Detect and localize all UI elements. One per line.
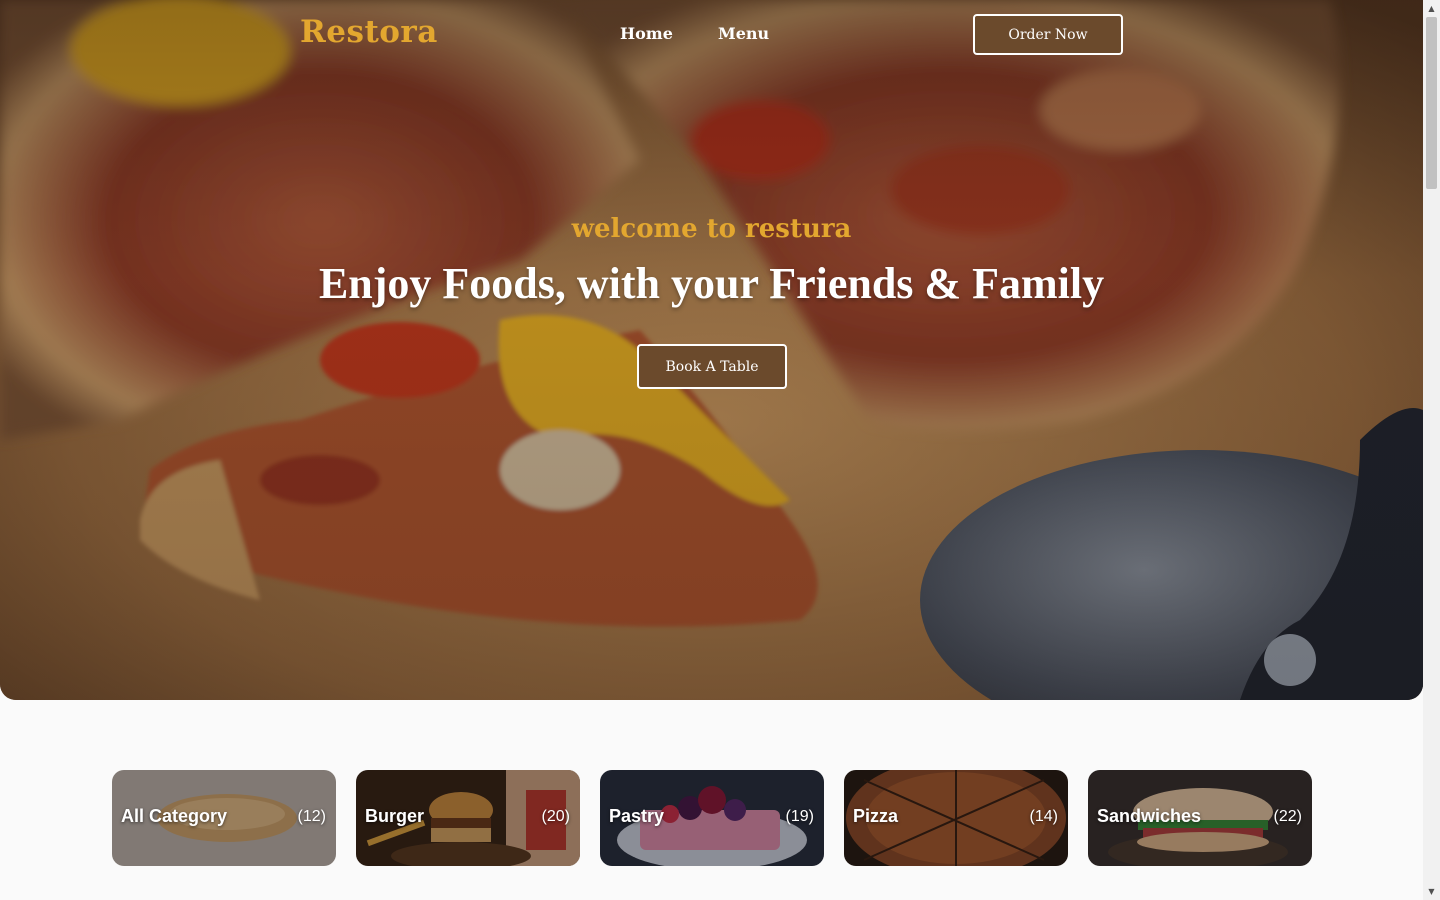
- category-list: All Category (12) Burger (20) Pastry (19…: [112, 770, 1312, 866]
- category-name: Burger: [365, 806, 425, 826]
- category-name: Pizza: [853, 806, 899, 826]
- order-now-button[interactable]: Order Now: [973, 14, 1123, 55]
- page-scrollbar[interactable]: ▲ ▼: [1423, 0, 1440, 900]
- category-card-burger[interactable]: Burger (20): [356, 770, 580, 866]
- category-name: Sandwiches: [1097, 806, 1202, 826]
- hero-title: Enjoy Foods, with your Friends & Family: [318, 259, 1105, 308]
- category-count: (19): [785, 808, 814, 825]
- hero-section: Restora Home Menu Order Now welcome to r…: [0, 0, 1423, 700]
- category-name: All Category: [121, 806, 228, 826]
- nav-link-home[interactable]: Home: [620, 24, 673, 43]
- nav-link-menu[interactable]: Menu: [718, 24, 769, 43]
- scroll-thumb[interactable]: [1426, 17, 1437, 189]
- scroll-down-icon[interactable]: ▼: [1423, 883, 1440, 900]
- category-card-sandwiches[interactable]: Sandwiches (22): [1088, 770, 1312, 866]
- category-name: Pastry: [609, 806, 665, 826]
- category-count: (12): [297, 808, 326, 825]
- brand-logo[interactable]: Restora: [300, 14, 438, 50]
- category-count: (20): [541, 808, 570, 825]
- scroll-up-icon[interactable]: ▲: [1423, 0, 1440, 17]
- category-card-all[interactable]: All Category (12): [112, 770, 336, 866]
- category-card-pizza[interactable]: Pizza (14): [844, 770, 1068, 866]
- hero-subtitle: welcome to restura: [571, 214, 852, 244]
- top-navbar: Restora Home Menu Order Now: [0, 0, 1423, 70]
- book-table-button[interactable]: Book A Table: [637, 344, 787, 389]
- category-count: (22): [1273, 808, 1302, 825]
- category-count: (14): [1029, 808, 1058, 825]
- category-card-pastry[interactable]: Pastry (19): [600, 770, 824, 866]
